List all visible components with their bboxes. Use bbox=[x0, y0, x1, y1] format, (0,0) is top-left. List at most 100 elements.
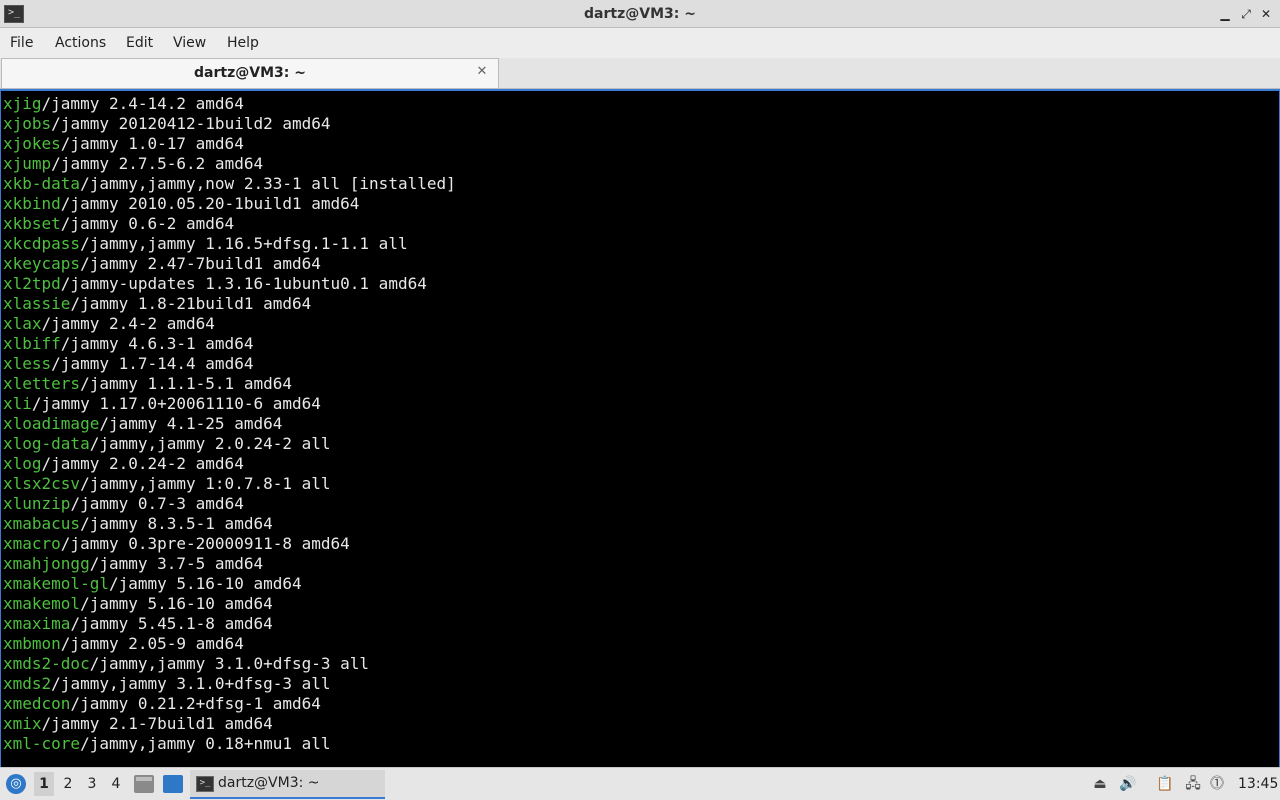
eject-icon[interactable]: ⏏ bbox=[1091, 775, 1109, 793]
terminal-line: xkbind/jammy 2010.05.20-1build1 amd64 bbox=[3, 194, 456, 214]
terminal-line: xml-core/jammy,jammy 0.18+nmu1 all bbox=[3, 734, 456, 754]
package-info: /jammy 4.6.3-1 amd64 bbox=[60, 334, 254, 353]
package-info: /jammy 20120412-1build2 amd64 bbox=[51, 114, 331, 133]
package-info: /jammy,jammy 1:0.7.8-1 all bbox=[80, 474, 331, 493]
package-name: xlsx2csv bbox=[3, 474, 81, 493]
terminal-line: xmds2-doc/jammy,jammy 3.1.0+dfsg-3 all bbox=[3, 654, 456, 674]
package-name: xlbiff bbox=[3, 334, 61, 353]
package-name: xjump bbox=[3, 154, 52, 173]
package-name: xlog bbox=[3, 454, 42, 473]
workspace-4[interactable]: 4 bbox=[106, 772, 126, 796]
show-desktop-icon[interactable] bbox=[163, 775, 183, 793]
package-info: /jammy 5.16-10 amd64 bbox=[80, 594, 273, 613]
menu-actions[interactable]: Actions bbox=[55, 28, 106, 58]
terminal-line: xlog/jammy 2.0.24-2 amd64 bbox=[3, 454, 456, 474]
minimize-icon[interactable]: ▁ bbox=[1217, 6, 1233, 22]
terminal-line: xkbset/jammy 0.6-2 amd64 bbox=[3, 214, 456, 234]
package-info: /jammy 5.45.1-8 amd64 bbox=[70, 614, 273, 633]
terminal-line: xmakemol/jammy 5.16-10 amd64 bbox=[3, 594, 456, 614]
package-name: xloadimage bbox=[3, 414, 100, 433]
close-icon[interactable]: ✕ bbox=[1258, 6, 1274, 22]
package-info: /jammy,jammy 3.1.0+dfsg-3 all bbox=[51, 674, 331, 693]
package-info: /jammy-updates 1.3.16-1ubuntu0.1 amd64 bbox=[60, 274, 427, 293]
package-info: /jammy 1.7-14.4 amd64 bbox=[51, 354, 254, 373]
taskbar-window-label: dartz@VM3: ~ bbox=[218, 775, 320, 791]
terminal-line: xlog-data/jammy,jammy 2.0.24-2 all bbox=[3, 434, 456, 454]
terminal-line: xless/jammy 1.7-14.4 amd64 bbox=[3, 354, 456, 374]
terminal-line: xlbiff/jammy 4.6.3-1 amd64 bbox=[3, 334, 456, 354]
terminal-line: xkb-data/jammy,jammy,now 2.33-1 all [ins… bbox=[3, 174, 456, 194]
package-info: /jammy 1.8-21build1 amd64 bbox=[70, 294, 312, 313]
terminal-line: xjobs/jammy 20120412-1build2 amd64 bbox=[3, 114, 456, 134]
menu-file[interactable]: File bbox=[10, 28, 33, 58]
terminal-line: xl2tpd/jammy-updates 1.3.16-1ubuntu0.1 a… bbox=[3, 274, 456, 294]
package-name: xml-core bbox=[3, 734, 81, 753]
package-name: xmahjongg bbox=[3, 554, 90, 573]
package-info: /jammy 1.0-17 amd64 bbox=[60, 134, 244, 153]
package-info: /jammy 1.1.1-5.1 amd64 bbox=[80, 374, 292, 393]
package-info: /jammy,jammy,now 2.33-1 all [installed] bbox=[80, 174, 456, 193]
package-name: xmds2 bbox=[3, 674, 52, 693]
maximize-icon[interactable]: ⤢ bbox=[1238, 6, 1254, 22]
package-name: xmedcon bbox=[3, 694, 71, 713]
package-info: /jammy,jammy 2.0.24-2 all bbox=[89, 434, 331, 453]
terminal-line: xli/jammy 1.17.0+20061110-6 amd64 bbox=[3, 394, 456, 414]
window-titlebar[interactable]: >_ dartz@VM3: ~ ▁ ⤢ ✕ bbox=[0, 0, 1280, 28]
workspace-3[interactable]: 3 bbox=[82, 772, 102, 796]
package-info: /jammy 8.3.5-1 amd64 bbox=[80, 514, 273, 533]
lubuntu-start-icon[interactable]: ◎ bbox=[6, 774, 26, 794]
package-name: xl2tpd bbox=[3, 274, 61, 293]
package-info: /jammy,jammy 1.16.5+dfsg.1-1.1 all bbox=[80, 234, 408, 253]
terminal-line: xmakemol-gl/jammy 5.16-10 amd64 bbox=[3, 574, 456, 594]
terminal-area[interactable]: xjig/jammy 2.4-14.2 amd64 xjobs/jammy 201… bbox=[0, 89, 1280, 767]
terminal-line: xmacro/jammy 0.3pre-20000911-8 amd64 bbox=[3, 534, 456, 554]
package-name: xmacro bbox=[3, 534, 61, 553]
package-info: /jammy 4.1-25 amd64 bbox=[99, 414, 283, 433]
clipboard-icon[interactable]: 📋 bbox=[1156, 775, 1174, 793]
menu-bar: File Actions Edit View Help bbox=[0, 28, 1280, 58]
taskbar-window-button[interactable]: >_ dartz@VM3: ~ bbox=[190, 770, 385, 799]
package-info: /jammy 0.21.2+dfsg-1 amd64 bbox=[70, 694, 321, 713]
package-info: /jammy 2.4-2 amd64 bbox=[41, 314, 215, 333]
package-name: xmds2-doc bbox=[3, 654, 90, 673]
clock[interactable]: 13:45 bbox=[1238, 768, 1278, 800]
package-info: /jammy 0.3pre-20000911-8 amd64 bbox=[60, 534, 350, 553]
volume-icon[interactable]: 🔊 bbox=[1119, 775, 1137, 793]
tab-terminal[interactable]: dartz@VM3: ~ ✕ bbox=[1, 58, 499, 88]
package-name: xmabacus bbox=[3, 514, 81, 533]
menu-view[interactable]: View bbox=[173, 28, 206, 58]
package-info: /jammy,jammy 0.18+nmu1 all bbox=[80, 734, 331, 753]
package-info: /jammy 2.47-7build1 amd64 bbox=[80, 254, 321, 273]
workspace-1[interactable]: 1 bbox=[34, 772, 54, 796]
tab-bar: dartz@VM3: ~ ✕ bbox=[0, 58, 1280, 89]
package-info: /jammy 0.7-3 amd64 bbox=[70, 494, 244, 513]
package-name: xkcdpass bbox=[3, 234, 81, 253]
package-name: xlassie bbox=[3, 294, 71, 313]
package-name: xli bbox=[3, 394, 32, 413]
terminal-line: xletters/jammy 1.1.1-5.1 amd64 bbox=[3, 374, 456, 394]
package-info: /jammy 2.0.24-2 amd64 bbox=[41, 454, 244, 473]
terminal-line: xjump/jammy 2.7.5-6.2 amd64 bbox=[3, 154, 456, 174]
network-icon[interactable]: 🖧 bbox=[1184, 775, 1202, 793]
terminal-line: xloadimage/jammy 4.1-25 amd64 bbox=[3, 414, 456, 434]
terminal-icon: >_ bbox=[196, 776, 214, 792]
package-name: xkb-data bbox=[3, 174, 81, 193]
tab-close-icon[interactable]: ✕ bbox=[474, 64, 490, 80]
terminal-line: xmix/jammy 2.1-7build1 amd64 bbox=[3, 714, 456, 734]
file-manager-icon[interactable] bbox=[134, 775, 154, 793]
package-info: /jammy 2.4-14.2 amd64 bbox=[41, 94, 244, 113]
menu-help[interactable]: Help bbox=[227, 28, 259, 58]
menu-edit[interactable]: Edit bbox=[126, 28, 153, 58]
package-name: xjobs bbox=[3, 114, 52, 133]
package-name: xjokes bbox=[3, 134, 61, 153]
package-name: xlunzip bbox=[3, 494, 71, 513]
terminal-line: xjokes/jammy 1.0-17 amd64 bbox=[3, 134, 456, 154]
package-name: xlog-data bbox=[3, 434, 90, 453]
workspace-2[interactable]: 2 bbox=[58, 772, 78, 796]
package-name: xless bbox=[3, 354, 52, 373]
terminal-line: xlax/jammy 2.4-2 amd64 bbox=[3, 314, 456, 334]
update-notifier-icon[interactable]: ⓵ bbox=[1208, 775, 1226, 793]
package-name: xkbind bbox=[3, 194, 61, 213]
package-name: xmakemol bbox=[3, 594, 81, 613]
package-info: /jammy 2.7.5-6.2 amd64 bbox=[51, 154, 264, 173]
